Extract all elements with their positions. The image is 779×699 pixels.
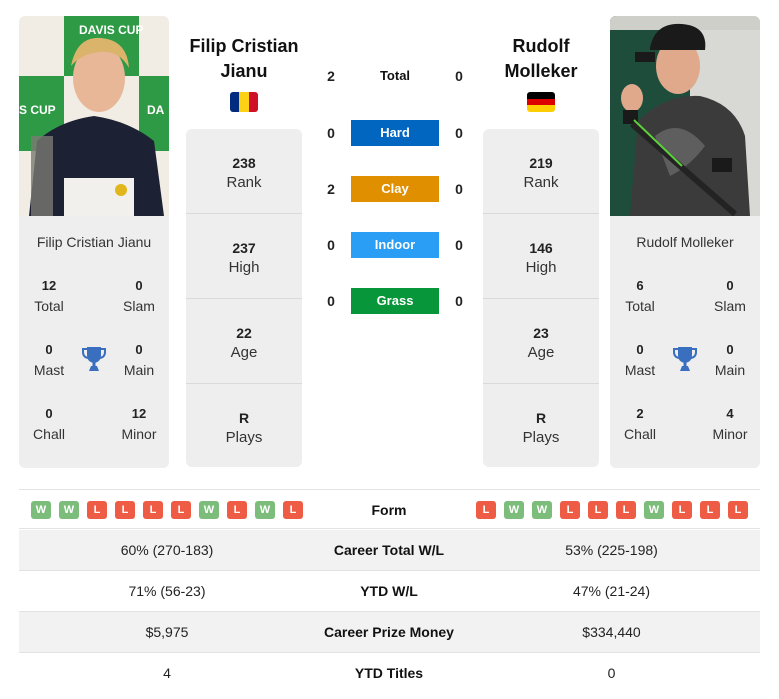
surface-indoor-badge[interactable]: Indoor [351, 232, 439, 258]
player2-titles-minor: 4 Minor [712, 406, 748, 442]
form-loss-badge[interactable]: L [171, 501, 191, 519]
player2-value: 0 [607, 665, 616, 681]
player1-titles-minor: 12 Minor [121, 406, 157, 442]
player2-photo-image [610, 16, 760, 216]
player2-rank: 219 Rank [483, 129, 599, 214]
form-win-badge[interactable]: W [31, 501, 51, 519]
player1-titles-mast: 0 Mast [33, 342, 65, 378]
svg-text:DAVIS CUP: DAVIS CUP [79, 23, 143, 37]
comparison-row-prize-money: $5,975 Career Prize Money $334,440 [19, 612, 760, 653]
player2-value: $334,440 [582, 624, 641, 640]
form-win-badge[interactable]: W [59, 501, 79, 519]
form-loss-badge[interactable]: L [87, 501, 107, 519]
h2h-total-label: Total [379, 68, 411, 83]
surface-grass-badge[interactable]: Grass [351, 288, 439, 314]
h2h-total-p1: 2 [327, 68, 335, 84]
h2h-indoor-row: 0 Indoor 0 [320, 232, 470, 258]
h2h-clay-p2: 0 [455, 181, 463, 197]
surface-clay-badge[interactable]: Clay [351, 176, 439, 202]
player2-titles-main: 0 Main [714, 342, 746, 378]
player2-value: 47% (21-24) [572, 583, 651, 599]
form-loss-badge[interactable]: L [616, 501, 636, 519]
form-win-badge[interactable]: W [504, 501, 524, 519]
form-loss-badge[interactable]: L [115, 501, 135, 519]
h2h-clay-p1: 2 [327, 181, 335, 197]
player2-photo[interactable] [610, 16, 760, 216]
player1-titles-main: 0 Main [123, 342, 155, 378]
comparison-label: Career Total W/L [333, 542, 445, 558]
player1-name-heading[interactable]: Filip Cristian Jianu [179, 34, 309, 84]
player2-plays: R Plays [522, 410, 560, 446]
romania-flag-icon [230, 92, 258, 112]
form-loss-badge[interactable]: L [227, 501, 247, 519]
player2-stats-panel: 219 Rank 146 High 23 Age R Plays [483, 129, 599, 467]
form-loss-badge[interactable]: L [560, 501, 580, 519]
player2-high: 146 High [483, 214, 599, 299]
player1-value: 60% (270-183) [120, 542, 214, 558]
form-win-badge[interactable]: W [532, 501, 552, 519]
player2-card-name[interactable]: Rudolf Molleker [610, 234, 760, 250]
player1-high: 237 High [186, 214, 302, 299]
player2-titles-chall: 2 Chall [624, 406, 656, 442]
h2h-grass-row: 0 Grass 0 [320, 288, 470, 314]
form-loss-badge[interactable]: L [476, 501, 496, 519]
germany-flag-icon [527, 92, 555, 112]
player1-card-name[interactable]: Filip Cristian Jianu [19, 234, 169, 250]
comparison-label: Career Prize Money [324, 624, 454, 640]
player2-value: 53% (225-198) [565, 542, 658, 558]
comparison-label: YTD Titles [354, 665, 424, 681]
form-loss-badge[interactable]: L [143, 501, 163, 519]
player2-form: LWWLLLWLLL [476, 501, 748, 519]
comparison-row-ytd-titles: 4 YTD Titles 0 [19, 653, 760, 694]
h2h-grass-p1: 0 [327, 293, 335, 309]
player1-value: 4 [163, 665, 171, 681]
form-loss-badge[interactable]: L [672, 501, 692, 519]
form-win-badge[interactable]: W [255, 501, 275, 519]
h2h-total-p2: 0 [455, 68, 463, 84]
player1-titles-card: Filip Cristian Jianu 12 Total 0 Slam 0 M… [19, 216, 169, 468]
player1-rank: 238 Rank [186, 129, 302, 214]
trophy-icon [82, 346, 106, 372]
player2-titles-slam: 0 Slam [714, 278, 746, 314]
h2h-total-row: 2 Total 0 [320, 63, 470, 89]
player1-photo-image: DAVIS CUP S CUP DA [19, 16, 169, 216]
player1-form: WWLLLLWLWL [31, 501, 303, 519]
svg-text:S CUP: S CUP [19, 103, 56, 117]
h2h-indoor-p2: 0 [455, 237, 463, 253]
svg-text:DA: DA [147, 103, 165, 117]
player2-titles-total: 6 Total [625, 278, 655, 314]
player1-age: 22 Age [186, 299, 302, 384]
player1-value: $5,975 [145, 624, 189, 640]
player2-titles-mast: 0 Mast [624, 342, 656, 378]
player1-stats-panel: 238 Rank 237 High 22 Age R Plays [186, 129, 302, 467]
trophy-icon [673, 346, 697, 372]
form-row: WWLLLLWLWL Form LWWLLLWLLL [19, 489, 760, 529]
h2h-hard-row: 0 Hard 0 [320, 120, 470, 146]
form-win-badge[interactable]: W [644, 501, 664, 519]
h2h-indoor-p1: 0 [327, 237, 335, 253]
player2-age: 23 Age [483, 299, 599, 384]
player1-plays: R Plays [225, 410, 263, 446]
comparison-label: YTD W/L [360, 583, 418, 599]
player1-titles-slam: 0 Slam [123, 278, 155, 314]
player1-titles-total: 12 Total [34, 278, 64, 314]
form-win-badge[interactable]: W [199, 501, 219, 519]
h2h-grass-p2: 0 [455, 293, 463, 309]
player1-titles-chall: 0 Chall [33, 406, 65, 442]
comparison-row-career-wl: 60% (270-183) Career Total W/L 53% (225-… [19, 530, 760, 571]
form-loss-badge[interactable]: L [700, 501, 720, 519]
surface-hard-badge[interactable]: Hard [351, 120, 439, 146]
player2-titles-card: Rudolf Molleker 6 Total 0 Slam 0 Mast 0 … [610, 216, 760, 468]
h2h-clay-row: 2 Clay 0 [320, 176, 470, 202]
form-loss-badge[interactable]: L [588, 501, 608, 519]
h2h-hard-p2: 0 [455, 125, 463, 141]
comparison-row-ytd-wl: 71% (56-23) YTD W/L 47% (21-24) [19, 571, 760, 612]
form-label: Form [371, 502, 407, 518]
player1-photo[interactable]: DAVIS CUP S CUP DA [19, 16, 169, 216]
form-loss-badge[interactable]: L [728, 501, 748, 519]
h2h-hard-p1: 0 [327, 125, 335, 141]
player1-value: 71% (56-23) [128, 583, 206, 599]
player2-name-heading[interactable]: Rudolf Molleker [476, 34, 606, 84]
form-loss-badge[interactable]: L [283, 501, 303, 519]
